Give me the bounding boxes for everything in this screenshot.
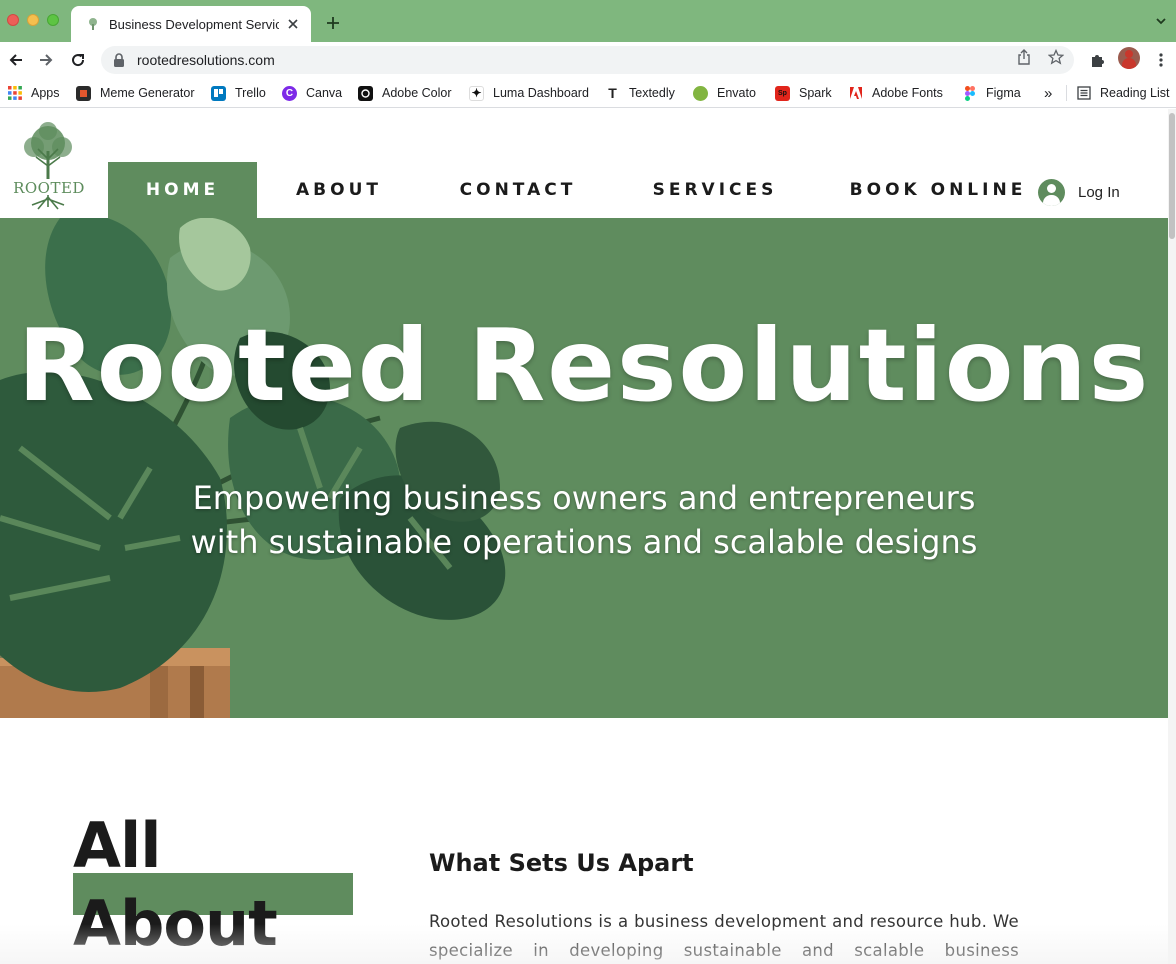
user-avatar-icon (1038, 178, 1065, 206)
adobe-fonts-icon (848, 85, 863, 101)
back-arrow-icon[interactable] (6, 50, 26, 70)
bookmark-adobe-color[interactable]: Adobe Color (358, 83, 452, 103)
close-window-button[interactable] (7, 14, 19, 26)
figma-icon (962, 85, 977, 101)
tree-logo-icon (24, 122, 72, 210)
share-icon[interactable] (1015, 48, 1033, 66)
nav-contact[interactable]: CONTACT (447, 162, 589, 218)
bookmark-label: Trello (235, 86, 266, 100)
bookmark-adobe-fonts[interactable]: Adobe Fonts (848, 83, 943, 103)
hero-subtitle-line-2: with sustainable operations and scalable… (190, 523, 978, 561)
website-viewport: ROOTED HOME ABOUT CONTACT SERVICES BOOK … (0, 109, 1168, 964)
forward-arrow-icon[interactable] (36, 50, 56, 70)
bookmark-star-icon[interactable] (1047, 48, 1065, 66)
browser-tabstrip: Business Development Service (0, 0, 1176, 42)
browser-toolbar: rootedresolutions.com (0, 42, 1176, 78)
tab-close-icon[interactable] (285, 16, 301, 32)
page-scrollbar[interactable] (1168, 109, 1176, 964)
nav-services[interactable]: SERVICES (640, 162, 790, 218)
bookmark-label: Canva (306, 86, 343, 100)
bookmark-textedly[interactable]: T Textedly (605, 83, 675, 103)
bookmark-apps[interactable]: Apps (7, 83, 60, 103)
tab-title: Business Development Service (109, 16, 279, 32)
trello-icon (211, 85, 226, 101)
luma-icon: ✦ (469, 85, 484, 101)
site-logo[interactable]: ROOTED (8, 121, 88, 213)
apps-grid-icon (7, 86, 22, 101)
bookmark-label: Envato (717, 86, 756, 100)
browser-menu-kebab-icon[interactable] (1151, 50, 1171, 70)
bookmarks-overflow-button[interactable]: » (1044, 83, 1052, 103)
bookmark-label: Figma (986, 86, 1021, 100)
bookmarks-bar: Apps Meme Generator Trello C Canva Adobe… (0, 78, 1176, 108)
address-bar[interactable]: rootedresolutions.com (101, 46, 1074, 74)
lock-icon (113, 53, 127, 67)
bookmark-label: Spark (799, 86, 832, 100)
envato-icon (693, 85, 708, 101)
bookmark-label: Adobe Color (382, 86, 452, 100)
reading-list-label: Reading List (1100, 86, 1170, 100)
canva-icon: C (282, 85, 297, 101)
bookmarks-divider (1066, 85, 1067, 101)
monstera-plant-image (0, 218, 506, 718)
spark-icon: Sp (775, 85, 790, 101)
reading-list-button[interactable]: Reading List (1076, 83, 1170, 103)
bookmark-figma[interactable]: Figma (962, 83, 1021, 103)
bookmark-label: Apps (31, 86, 60, 100)
bookmark-label: Adobe Fonts (872, 86, 943, 100)
bottom-fade (0, 924, 1168, 964)
extensions-puzzle-icon[interactable] (1087, 50, 1107, 70)
new-tab-button[interactable] (322, 12, 344, 34)
nav-home[interactable]: HOME (108, 162, 257, 218)
scrollbar-thumb[interactable] (1169, 113, 1175, 239)
imgflip-icon (76, 85, 91, 101)
login-button[interactable]: Log In (1038, 178, 1120, 206)
minimize-window-button[interactable] (27, 14, 39, 26)
bookmark-spark[interactable]: Sp Spark (775, 83, 832, 103)
bookmark-trello[interactable]: Trello (211, 83, 266, 103)
logo-wordmark: ROOTED (13, 179, 85, 197)
login-label: Log In (1078, 183, 1120, 201)
bookmark-meme-generator[interactable]: Meme Generator (76, 83, 194, 103)
profile-avatar[interactable] (1118, 47, 1140, 69)
section-title: What Sets Us Apart (429, 849, 694, 877)
hero-subtitle-line-1: Empowering business owners and entrepren… (192, 479, 976, 517)
reading-list-icon (1076, 86, 1091, 101)
browser-tab[interactable]: Business Development Service (71, 6, 311, 42)
bookmark-label: Meme Generator (100, 86, 195, 100)
tree-favicon-icon (85, 16, 101, 32)
hero-section: Rooted Resolutions Empowering business o… (0, 218, 1168, 718)
adobe-color-icon (358, 85, 373, 101)
url-text: rootedresolutions.com (137, 52, 275, 68)
nav-about[interactable]: ABOUT (278, 162, 400, 218)
bookmark-canva[interactable]: C Canva (282, 83, 342, 103)
bookmark-label: Textedly (629, 86, 675, 100)
bookmark-luma-dashboard[interactable]: ✦ Luma Dashboard (469, 83, 589, 103)
bookmark-label: Luma Dashboard (493, 86, 589, 100)
bookmark-envato[interactable]: Envato (693, 83, 756, 103)
hero-title: Rooted Resolutions (17, 307, 1151, 424)
nav-book-online[interactable]: BOOK ONLINE (845, 162, 1031, 218)
tab-search-chevron-icon[interactable] (1154, 14, 1168, 28)
maximize-window-button[interactable] (47, 14, 59, 26)
textedly-icon: T (605, 85, 620, 101)
about-heading-line-1: All (73, 809, 161, 882)
reload-icon[interactable] (68, 50, 88, 70)
